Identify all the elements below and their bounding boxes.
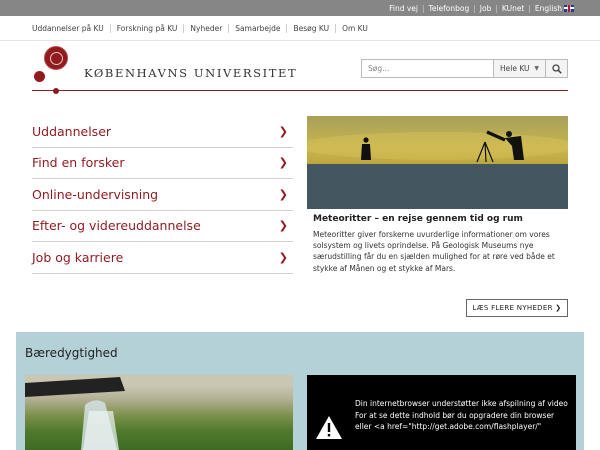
warning-icon [316, 416, 342, 439]
chevron-right-icon: ❯ [278, 250, 288, 264]
quicklink-label: Online-undervisning [32, 186, 159, 202]
main-nav: Uddannelser på KU Forskning på KU Nyhede… [28, 19, 374, 37]
water-tap-illustration [25, 375, 293, 450]
video-unsupported-message: Din internetbrowser understøtter ikke af… [355, 399, 568, 431]
university-seal-icon[interactable] [44, 46, 68, 70]
nav-nyheder[interactable]: Nyheder [183, 23, 228, 33]
caret-down-icon: ▼ [534, 65, 539, 72]
link-english[interactable]: English [531, 4, 578, 13]
search-scope-label: Hele KU [500, 64, 530, 73]
nav-divider [0, 40, 600, 41]
logo-dot-icon [34, 71, 45, 82]
search-scope-select[interactable]: Hele KU ▼ [494, 59, 546, 78]
sustainability-image[interactable] [25, 375, 293, 450]
quick-links: Uddannelser ❯ Find en forsker ❯ Online-u… [32, 116, 293, 274]
quicklink-online[interactable]: Online-undervisning ❯ [32, 179, 293, 211]
nav-samarbejde[interactable]: Samarbejde [228, 23, 286, 33]
link-kunet[interactable]: KUnet [498, 4, 529, 13]
link-telefonbog[interactable]: Telefonbog [425, 4, 474, 13]
news-image[interactable] [307, 116, 568, 209]
uk-flag-icon [564, 4, 574, 12]
telescope-scene-illustration [307, 130, 568, 209]
quicklink-label: Job og karriere [32, 249, 124, 265]
header-rule [32, 90, 568, 91]
nav-besoeg[interactable]: Besøg KU [286, 23, 335, 33]
quicklink-efteruddannelse[interactable]: Efter- og videreuddannelse ❯ [32, 211, 293, 242]
chevron-right-icon: ❯ [278, 156, 288, 170]
quicklink-label: Uddannelser [32, 123, 112, 139]
logo-dot-small-icon [53, 88, 59, 94]
logo-wordmark[interactable]: KØBENHAVNS UNIVERSITET [84, 66, 297, 80]
search-input[interactable]: Søg... [361, 59, 494, 78]
quicklink-job[interactable]: Job og karriere ❯ [32, 242, 293, 274]
search-icon [551, 63, 562, 74]
link-job[interactable]: Job [476, 4, 496, 13]
nav-om[interactable]: Om KU [335, 23, 374, 33]
chevron-right-icon: ❯ [278, 219, 288, 233]
section-heading: Bæredygtighed [25, 346, 118, 360]
search-bar: Søg... Hele KU ▼ [361, 59, 568, 78]
link-find-vej[interactable]: Find vej [385, 4, 422, 13]
utility-bar: Find vej | Telefonbog | Job | KUnet | En… [0, 0, 600, 16]
video-player[interactable]: Din internetbrowser understøtter ikke af… [307, 375, 576, 450]
nav-uddannelser[interactable]: Uddannelser på KU [28, 24, 110, 33]
link-english-label: English [534, 3, 562, 13]
news-title[interactable]: Meteoritter – en rejse gennem tid og rum [313, 214, 523, 224]
nav-forskning[interactable]: Forskning på KU [109, 23, 184, 33]
more-news-button[interactable]: LÆS FLERE NYHEDER ❯ [466, 299, 568, 317]
quicklink-find-forsker[interactable]: Find en forsker ❯ [32, 148, 293, 179]
chevron-right-icon: ❯ [278, 187, 288, 201]
search-button[interactable] [546, 59, 568, 78]
news-body: Meteoritter giver forskerne uvurderlige … [313, 230, 555, 273]
quicklink-label: Efter- og videreuddannelse [32, 218, 201, 234]
sustainability-panel: Bæredygtighed Din internetbrowser unders… [16, 332, 584, 450]
chevron-right-icon: ❯ [278, 124, 288, 138]
quicklink-uddannelser[interactable]: Uddannelser ❯ [32, 116, 293, 148]
quicklink-label: Find en forsker [32, 155, 125, 171]
